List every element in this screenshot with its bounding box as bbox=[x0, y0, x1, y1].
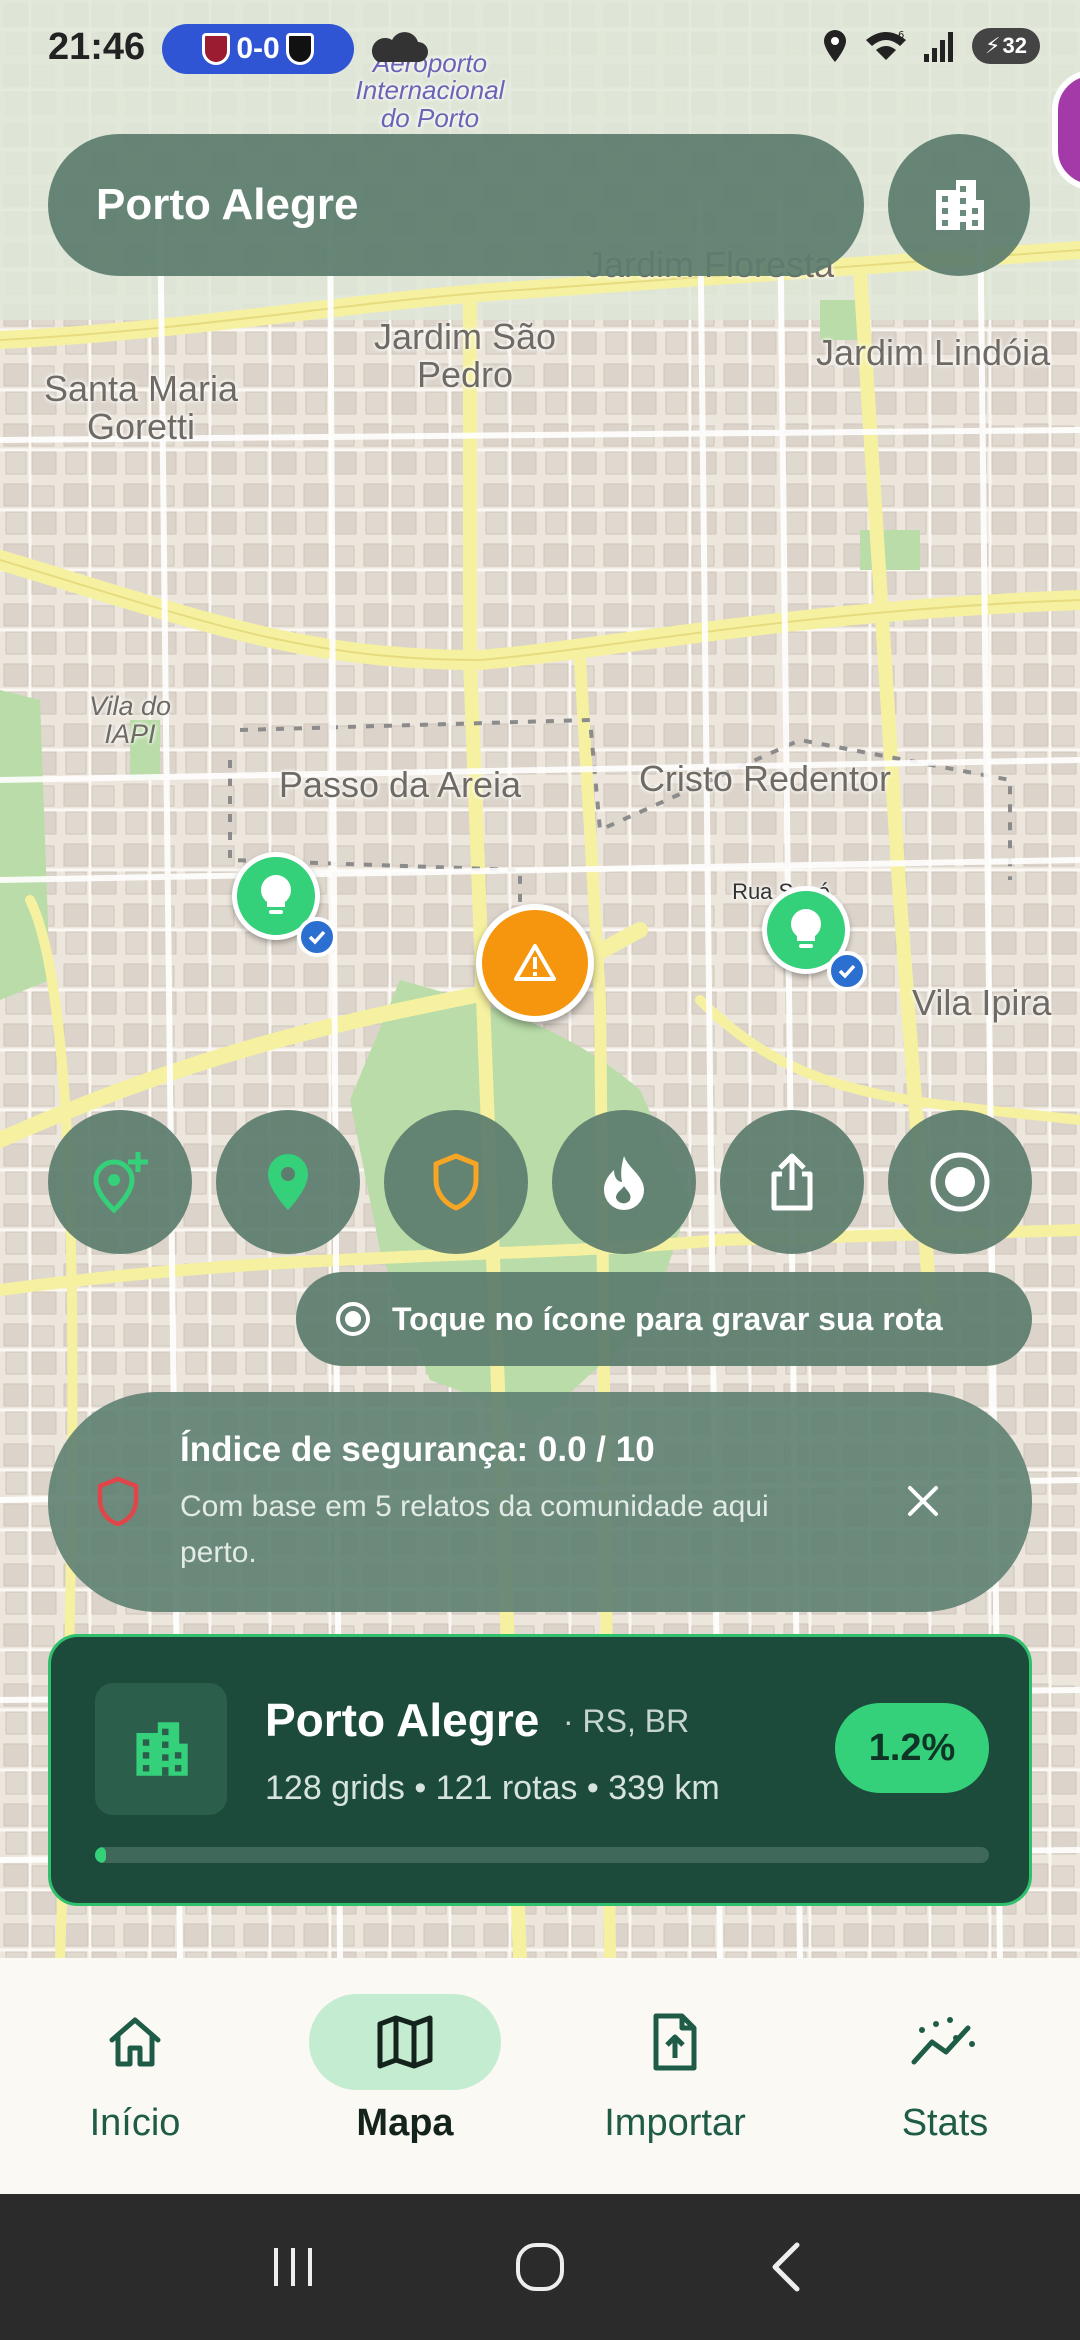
shield-button[interactable] bbox=[384, 1110, 528, 1254]
home-system-button[interactable] bbox=[500, 2227, 580, 2307]
nav-label-inicio: Início bbox=[89, 2102, 181, 2144]
close-button[interactable] bbox=[898, 1476, 948, 1526]
record-icon bbox=[336, 1302, 370, 1336]
safety-index-description: Com base em 5 relatos da comunidade aqui… bbox=[180, 1490, 769, 1569]
back-chevron-icon bbox=[772, 2242, 800, 2292]
nav-item-importar[interactable]: Importar bbox=[540, 1958, 810, 2194]
status-icons: 6 ⚡ 32 bbox=[820, 28, 1040, 64]
city-summary-card[interactable]: Porto Alegre · RS, BR 128 grids • 121 ro… bbox=[48, 1634, 1032, 1906]
city-search-bar[interactable]: Porto Alegre bbox=[48, 134, 864, 276]
nav-item-inicio[interactable]: Início bbox=[0, 1958, 270, 2194]
city-search-text: Porto Alegre bbox=[96, 180, 359, 229]
verified-icon bbox=[827, 951, 867, 991]
map-label-jardim-sao-pedro: Jardim São Pedro bbox=[373, 316, 557, 395]
heatmap-button[interactable] bbox=[552, 1110, 696, 1254]
battery-indicator: ⚡ 32 bbox=[972, 28, 1040, 64]
battery-level: 32 bbox=[1002, 33, 1027, 58]
alert-marker[interactable] bbox=[476, 904, 594, 1022]
lightbulb-icon bbox=[261, 875, 291, 914]
map-label-jardim-lindoia: Jardim Lindóia bbox=[816, 332, 1051, 373]
map-label-santa-maria-goretti: Santa Maria Goretti bbox=[43, 368, 239, 447]
nav-icon-container bbox=[579, 1994, 771, 2090]
verified-icon bbox=[297, 917, 337, 957]
system-navigation-bar bbox=[0, 2194, 1080, 2340]
record-button[interactable] bbox=[888, 1110, 1032, 1254]
back-button[interactable] bbox=[747, 2227, 827, 2307]
add-location-button[interactable] bbox=[48, 1110, 192, 1254]
import-icon bbox=[653, 2013, 697, 2071]
city-icon bbox=[936, 180, 984, 230]
record-hint-text: Toque no ícone para gravar sua rota bbox=[392, 1300, 943, 1337]
shield-icon bbox=[97, 1476, 139, 1527]
coverage-progress-bar bbox=[95, 1847, 989, 1863]
city-card-name: Porto Alegre bbox=[265, 1694, 540, 1746]
city-card-icon-box bbox=[95, 1683, 227, 1815]
map-icon bbox=[377, 2015, 433, 2069]
nav-icon-container bbox=[309, 1994, 501, 2090]
recent-apps-icon bbox=[274, 2248, 313, 2286]
stats-icon bbox=[911, 2017, 975, 2065]
city-select-button[interactable] bbox=[888, 134, 1030, 276]
lightbulb-icon bbox=[791, 909, 821, 948]
safety-index-card[interactable]: Índice de segurança: 0.0 / 10 Com base e… bbox=[48, 1392, 1032, 1612]
map-label-vila-iapi: Vila do IAPI bbox=[88, 691, 172, 750]
nav-label-importar: Importar bbox=[604, 2102, 746, 2144]
weather-cloud-icon bbox=[371, 32, 428, 62]
home-circle-icon bbox=[515, 2243, 564, 2291]
city-icon bbox=[136, 1722, 188, 1776]
team-badge-icon bbox=[285, 33, 314, 65]
coverage-percent-badge: 1.2% bbox=[835, 1703, 989, 1793]
safety-index-title: Índice de segurança: 0.0 / 10 bbox=[180, 1430, 655, 1469]
nav-icon-container bbox=[849, 1994, 1041, 2090]
city-card-stats: 128 grids • 121 rotas • 339 km bbox=[265, 1769, 720, 1807]
score-notification: 0-0 bbox=[162, 24, 354, 74]
nav-item-mapa[interactable]: Mapa bbox=[270, 1958, 540, 2194]
close-icon bbox=[908, 1486, 938, 1516]
location-pin-icon bbox=[268, 1154, 308, 1210]
map-label-passo-da-areia: Passo da Areia bbox=[278, 764, 522, 805]
home-icon bbox=[109, 2017, 161, 2067]
nav-icon-container bbox=[39, 1994, 231, 2090]
location-pin-button[interactable] bbox=[216, 1110, 360, 1254]
map-label-cristo-redentor: Cristo Redentor bbox=[638, 758, 892, 799]
wifi-badge: 6 bbox=[898, 30, 904, 41]
record-hint-tooltip: Toque no ícone para gravar sua rota bbox=[296, 1272, 1032, 1366]
score-text: 0-0 bbox=[236, 32, 280, 65]
share-icon bbox=[771, 1153, 813, 1211]
record-icon bbox=[930, 1152, 990, 1212]
city-card-region: · RS, BR bbox=[563, 1703, 690, 1739]
shield-icon bbox=[433, 1153, 479, 1211]
recent-apps-button[interactable] bbox=[253, 2227, 333, 2307]
warning-icon bbox=[514, 944, 556, 981]
status-bar: 21:46 0-0 6 ⚡ 32 bbox=[0, 0, 1080, 100]
report-marker[interactable] bbox=[762, 886, 867, 991]
signal-icon bbox=[924, 32, 953, 62]
bottom-navigation: Início Mapa Importar Stats bbox=[0, 1958, 1080, 2194]
battery-bolt-icon: ⚡ bbox=[985, 33, 1001, 58]
location-status-icon bbox=[824, 30, 846, 62]
map-label-vila-ipiranga: Vila Ipira bbox=[912, 982, 1052, 1023]
report-marker[interactable] bbox=[232, 852, 337, 957]
add-location-icon bbox=[93, 1152, 148, 1214]
nav-label-stats: Stats bbox=[901, 2102, 989, 2144]
status-time: 21:46 bbox=[48, 26, 146, 68]
fire-icon bbox=[604, 1156, 644, 1210]
nav-item-stats[interactable]: Stats bbox=[810, 1958, 1080, 2194]
share-button[interactable] bbox=[720, 1110, 864, 1254]
nav-label-mapa: Mapa bbox=[356, 2102, 454, 2144]
coverage-progress-fill bbox=[95, 1847, 106, 1863]
team-badge-icon bbox=[202, 33, 231, 65]
wifi-icon: 6 bbox=[866, 30, 906, 60]
